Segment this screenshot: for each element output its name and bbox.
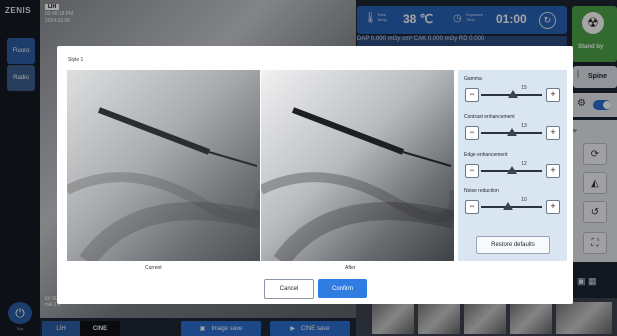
current-xray-graphic	[67, 70, 260, 261]
contrast-decrease-button[interactable]: −	[465, 126, 479, 140]
after-image	[261, 70, 454, 261]
noise-label: Noise reduction	[464, 188, 499, 194]
after-xray-graphic	[261, 70, 454, 261]
current-image	[67, 70, 260, 261]
noise-increase-button[interactable]: +	[546, 200, 560, 214]
edge-label: Edge enhancement	[464, 152, 508, 158]
noise-slider-thumb[interactable]	[503, 202, 514, 210]
edge-decrease-button[interactable]: −	[465, 164, 479, 178]
edge-value: 12	[521, 161, 527, 167]
noise-value: 10	[521, 197, 527, 203]
restore-defaults-button[interactable]: Restore defaults	[476, 236, 550, 254]
contrast-label: Contrast enhancement	[464, 114, 515, 120]
contrast-increase-button[interactable]: +	[546, 126, 560, 140]
cancel-button[interactable]: Cancel	[264, 279, 314, 299]
gamma-increase-button[interactable]: +	[546, 88, 560, 102]
confirm-button[interactable]: Confirm	[318, 279, 367, 298]
after-label: After	[345, 265, 356, 271]
edge-slider-thumb[interactable]	[506, 166, 517, 174]
edge-increase-button[interactable]: +	[546, 164, 560, 178]
gamma-slider-thumb[interactable]	[507, 90, 518, 98]
dialog-title: Style 1	[68, 57, 84, 63]
contrast-slider-thumb[interactable]	[506, 128, 517, 136]
contrast-value: 13	[521, 123, 527, 129]
current-label: Current	[145, 265, 162, 271]
noise-decrease-button[interactable]: −	[465, 200, 479, 214]
gamma-decrease-button[interactable]: −	[465, 88, 479, 102]
gamma-label: Gamma	[464, 76, 482, 82]
